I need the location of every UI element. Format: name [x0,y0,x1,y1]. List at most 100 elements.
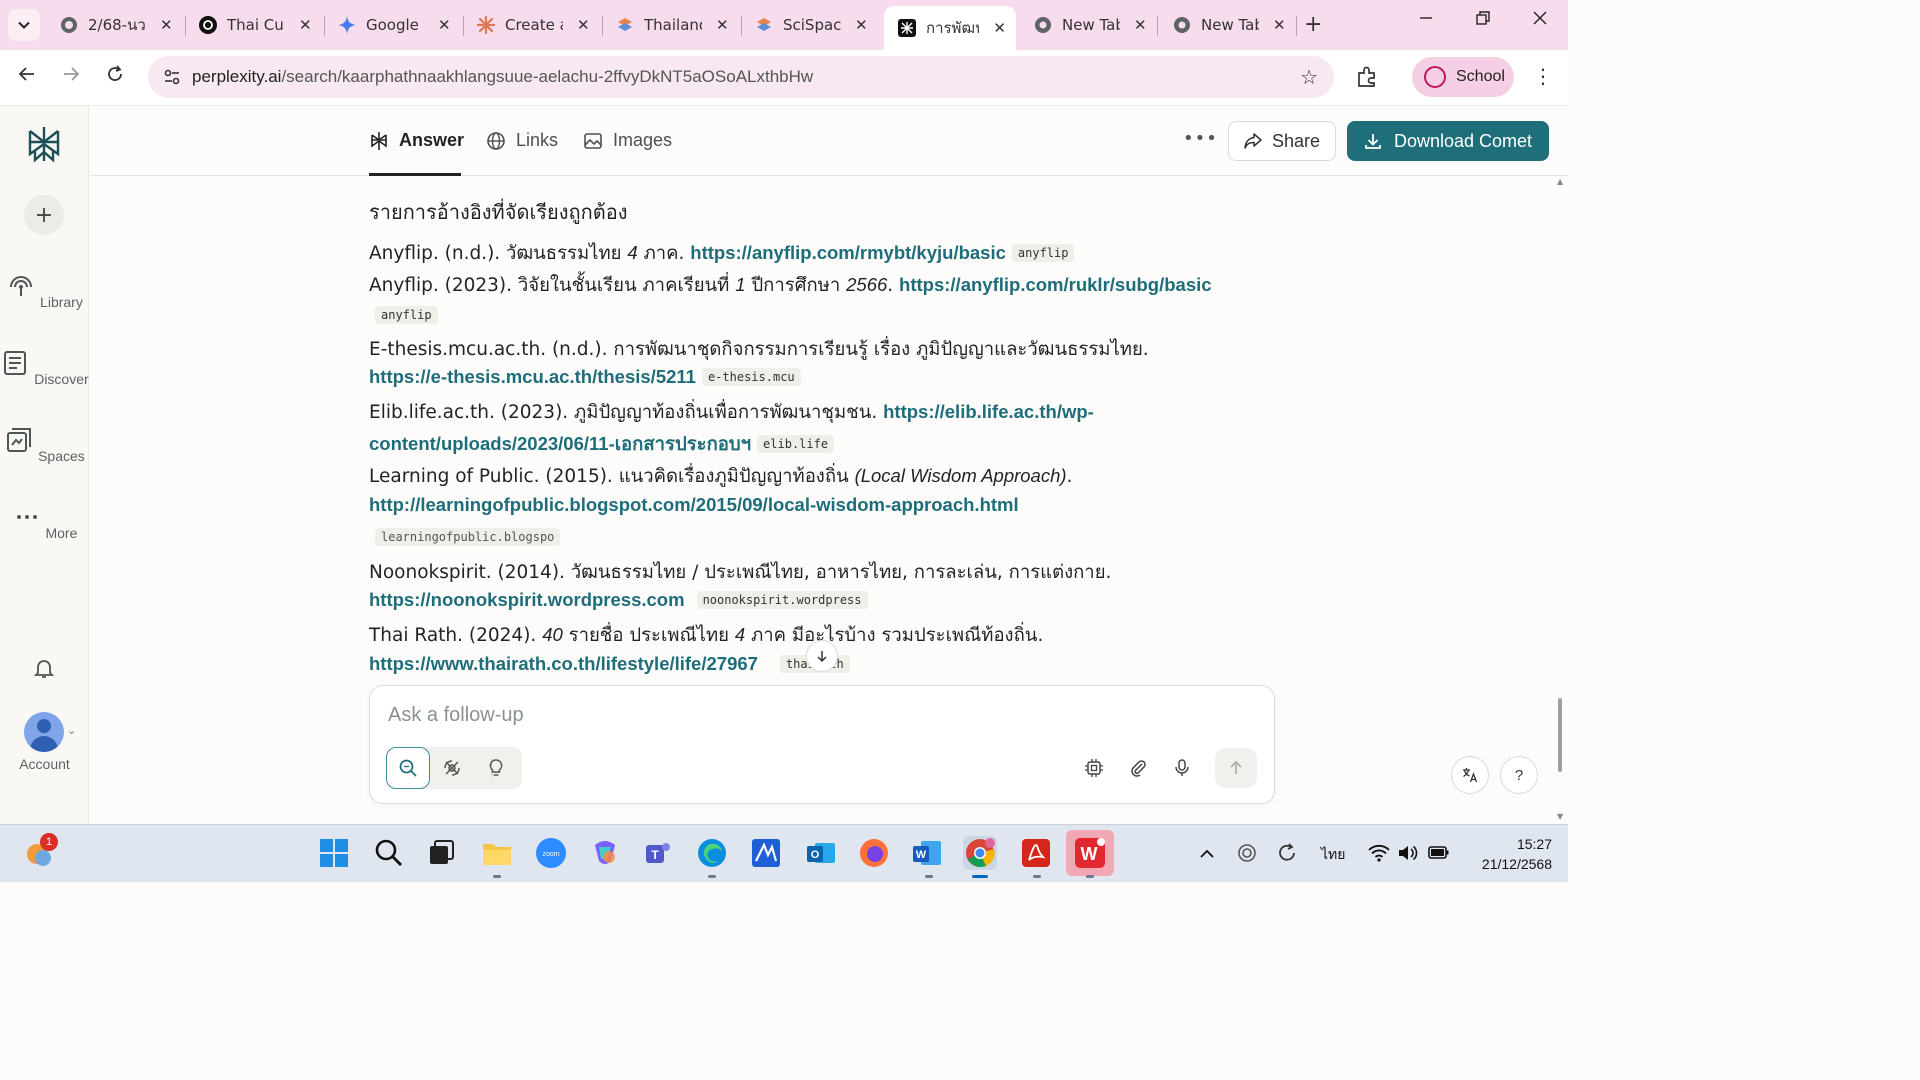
close-tab-icon[interactable]: ✕ [577,16,590,34]
outlook-app-icon[interactable]: O [804,836,838,870]
browser-tab[interactable]: Google ✕ [324,8,461,42]
close-tab-icon[interactable]: ✕ [160,16,173,34]
share-button[interactable]: Share [1228,121,1336,161]
file-explorer-icon[interactable] [480,836,514,870]
mathtype-app-icon[interactable] [749,836,783,870]
wps-office-app-icon[interactable]: W [1066,830,1114,876]
sidebar-item-spaces[interactable]: Spaces [0,425,89,464]
tab-answer[interactable]: Answer [369,130,464,151]
browser-tab[interactable]: 2/68-นว ✕ [46,8,183,42]
edge-app-icon[interactable] [695,836,729,870]
browser-tab[interactable]: Thai Cul ✕ [185,8,322,42]
account-label[interactable]: Account [0,756,89,772]
submit-button[interactable] [1215,748,1257,788]
refresh-tray-icon[interactable] [1276,842,1298,864]
forward-button[interactable] [57,64,85,89]
start-button[interactable] [317,836,351,870]
system-clock[interactable]: 15:27 21/12/2568 [1462,834,1552,874]
more-options-icon[interactable]: ••• [1183,128,1218,149]
mode-labs-button[interactable] [474,747,518,789]
acrobat-app-icon[interactable] [1019,836,1053,870]
download-comet-button[interactable]: Download Comet [1347,121,1549,161]
follow-up-input[interactable]: Ask a follow-up [388,704,524,727]
perplexity-logo-icon[interactable] [24,124,64,164]
source-chip[interactable]: anyflip [375,306,438,324]
scrollbar-thumb[interactable] [1558,698,1562,772]
mode-search-button[interactable] [386,747,430,789]
teams-app-icon[interactable]: T [641,836,675,870]
close-tab-icon[interactable]: ✕ [1134,16,1147,34]
copilot-app-icon[interactable] [588,836,622,870]
source-chip[interactable]: noonokspirit.wordpress [696,591,868,609]
minimize-button[interactable] [1418,10,1434,31]
scroll-down-arrow-icon[interactable]: ▼ [1557,812,1563,821]
word-app-icon[interactable]: W [910,836,944,870]
taskbar-search-button[interactable] [372,836,406,870]
paperclip-icon[interactable] [1128,758,1148,778]
scroll-to-bottom-button[interactable] [806,640,838,672]
browser-tab[interactable]: Create a ✕ [463,8,600,42]
ref-link[interactable]: content/uploads/2023/06/11-เอกสารประกอบฯ [369,433,751,454]
close-tab-icon[interactable]: ✕ [993,19,1006,37]
weather-widget-icon[interactable]: 1 [22,833,58,870]
browser-tab[interactable]: Thailand ✕ [602,8,739,42]
zoom-app-icon[interactable]: zoom [534,836,568,870]
sidebar-item-more[interactable]: More [0,502,89,541]
close-tab-icon[interactable]: ✕ [855,16,868,34]
browser-tab[interactable]: New Tab ✕ [1159,8,1296,42]
scrollbar[interactable] [1558,180,1564,820]
mode-research-button[interactable] [430,747,474,789]
ref-link[interactable]: https://anyflip.com/rmybt/kyju/basic [690,242,1006,263]
chevron-down-icon[interactable]: ⌄ [67,724,76,737]
browser-tab[interactable]: SciSpace ✕ [741,8,878,42]
ref-link[interactable]: https://e-thesis.mcu.ac.th/thesis/5211 [369,366,696,387]
tab-images[interactable]: Images [583,130,672,151]
site-settings-icon[interactable] [162,67,182,87]
ref-link[interactable]: https://www.thairath.co.th/lifestyle/lif… [369,653,758,674]
source-chip[interactable]: anyflip [1011,244,1075,262]
sidebar-item-discover[interactable]: Discover [0,348,89,387]
source-chip[interactable]: elib.life [757,435,835,453]
translate-button[interactable] [1451,756,1489,794]
browser-menu-icon[interactable]: ⋮ [1533,64,1553,88]
browser-tab-active[interactable]: การพัฒน ✕ [884,6,1016,50]
ref-link[interactable]: https://noonokspirit.wordpress.com [369,589,685,610]
extensions-icon[interactable] [1354,64,1380,90]
profile-button[interactable]: School [1412,57,1514,97]
ref-link[interactable]: http://learningofpublic.blogspot.com/201… [369,494,1019,515]
chevron-up-icon[interactable] [1198,845,1216,863]
close-tab-icon[interactable]: ✕ [438,16,451,34]
source-chip[interactable]: e-thesis.mcu [701,368,801,386]
tab-links[interactable]: Links [486,130,558,151]
task-view-button[interactable] [424,836,458,870]
follow-up-box[interactable]: Ask a follow-up [369,685,1275,804]
close-tab-icon[interactable]: ✕ [1273,16,1286,34]
input-language-indicator[interactable]: ไทย [1321,844,1345,866]
back-button[interactable] [13,64,41,89]
reload-button[interactable] [101,64,129,89]
chrome-app-icon[interactable] [963,836,997,870]
microphone-icon[interactable] [1172,758,1192,778]
ref-link[interactable]: https://elib.life.ac.th/wp- [883,401,1094,422]
close-window-button[interactable] [1532,10,1548,31]
close-tab-icon[interactable]: ✕ [716,16,729,34]
wifi-icon[interactable] [1368,843,1390,863]
avatar[interactable] [24,712,64,752]
ref-link[interactable]: https://anyflip.com/ruklr/subg/basic [899,274,1212,295]
sync-tray-icon[interactable] [1236,842,1258,864]
firefox-app-icon[interactable] [857,836,891,870]
source-chip[interactable]: learningofpublic.blogspo [375,528,561,546]
address-bar[interactable]: perplexity.ai/search/kaarphathnaakhlangs… [148,56,1334,98]
new-tab-button[interactable]: + [1304,12,1322,37]
bookmark-star-icon[interactable]: ☆ [1300,65,1318,89]
close-tab-icon[interactable]: ✕ [299,16,312,34]
help-button[interactable]: ? [1500,756,1538,794]
battery-icon[interactable] [1428,844,1450,862]
sidebar-item-library[interactable]: Library [0,271,89,310]
volume-icon[interactable] [1397,843,1419,863]
model-chip-icon[interactable] [1084,758,1104,778]
bell-icon[interactable] [32,656,56,680]
new-thread-button[interactable]: + [24,195,64,235]
tab-search-button[interactable] [8,9,40,41]
restore-button[interactable] [1475,10,1491,31]
